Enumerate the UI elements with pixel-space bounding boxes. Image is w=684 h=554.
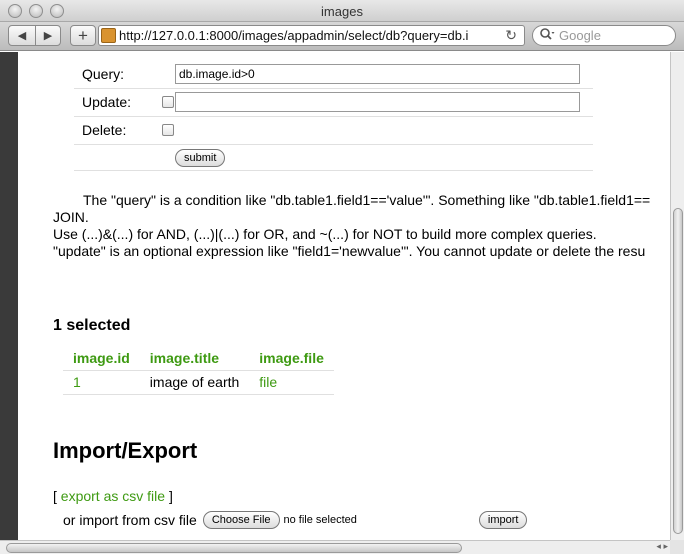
scroll-arrows[interactable]: ◂ ▸ (656, 541, 668, 552)
plus-icon: + (78, 26, 88, 45)
search-placeholder: Google (559, 28, 601, 43)
open-bracket: [ (53, 488, 57, 504)
close-bracket: ] (168, 488, 173, 504)
row-id-link[interactable]: 1 (63, 370, 140, 395)
delete-label: Delete: (74, 116, 142, 145)
page-content: Query: db.image.id>0 Update: Delete: sub… (18, 52, 670, 542)
update-label: Update: (74, 88, 142, 117)
update-input[interactable] (175, 92, 580, 112)
help-line-3: Use (...)&(...) for AND, (...)|(...) for… (53, 226, 597, 242)
resize-corner[interactable] (670, 540, 684, 554)
delete-row: Delete: (74, 116, 593, 145)
help-line-4: "update" is an optional expression like … (53, 243, 646, 259)
back-button[interactable]: ◀ (8, 25, 36, 46)
export-line: [ export as csv file ] (53, 488, 173, 504)
horizontal-scrollbar[interactable]: ◂ ▸ (0, 540, 670, 554)
row-file-link[interactable]: file (249, 370, 334, 395)
site-favicon-icon (101, 28, 116, 43)
results-table: image.id image.title image.file 1 image … (63, 346, 334, 395)
help-line-2: JOIN. (53, 209, 89, 225)
query-form: Query: db.image.id>0 Update: Delete: sub… (74, 60, 593, 171)
import-label: or import from csv file (63, 512, 197, 528)
column-header-image-file[interactable]: image.file (249, 346, 334, 371)
submit-row: submit (74, 144, 593, 171)
query-row: Query: db.image.id>0 (74, 60, 593, 89)
column-header-image-id[interactable]: image.id (63, 346, 140, 371)
choose-file-button[interactable]: Choose File (202, 511, 280, 529)
selected-count: 1 selected (53, 317, 131, 334)
results-header-row: image.id image.title image.file (63, 346, 334, 371)
import-export-heading: Import/Export (53, 438, 198, 463)
row-title: image of earth (139, 370, 250, 395)
search-field[interactable]: Google (532, 25, 676, 46)
import-button[interactable]: import (478, 511, 528, 529)
forward-arrow-icon: ▶ (43, 30, 53, 42)
left-dark-strip (0, 52, 18, 542)
horizontal-scroll-thumb[interactable] (6, 543, 462, 553)
address-bar[interactable]: http://127.0.0.1:8000/images/appadmin/se… (98, 25, 525, 46)
help-line-1: The "query" is a condition like "db.tabl… (83, 192, 651, 208)
window-title: images (321, 4, 363, 19)
url-text[interactable]: http://127.0.0.1:8000/images/appadmin/se… (119, 28, 500, 43)
scroll-left-arrow-icon[interactable]: ◂ (656, 541, 661, 551)
vertical-scroll-thumb[interactable] (673, 208, 683, 534)
no-file-status: no file selected (283, 514, 357, 526)
import-line: or import from csv file Choose File no f… (63, 511, 528, 529)
query-input[interactable]: db.image.id>0 (175, 63, 580, 84)
add-bookmark-button[interactable]: + (70, 25, 96, 46)
table-row: 1 image of earth file (63, 370, 334, 395)
export-csv-link[interactable]: export as csv file (61, 488, 165, 504)
search-icon (539, 27, 555, 44)
update-row: Update: (74, 88, 593, 117)
submit-button[interactable]: submit (175, 148, 226, 167)
column-header-image-title[interactable]: image.title (139, 346, 250, 371)
window-titlebar: images (0, 0, 684, 22)
update-checkbox[interactable] (162, 96, 174, 108)
forward-button[interactable]: ▶ (35, 25, 61, 46)
reload-icon[interactable]: ↻ (505, 27, 517, 44)
browser-toolbar: ◀ ▶ + http://127.0.0.1:8000/images/appad… (0, 22, 684, 51)
delete-checkbox[interactable] (162, 124, 174, 136)
query-label: Query: (74, 60, 142, 89)
back-arrow-icon: ◀ (17, 30, 27, 42)
scroll-right-arrow-icon[interactable]: ▸ (663, 541, 668, 551)
vertical-scrollbar[interactable] (670, 52, 684, 542)
